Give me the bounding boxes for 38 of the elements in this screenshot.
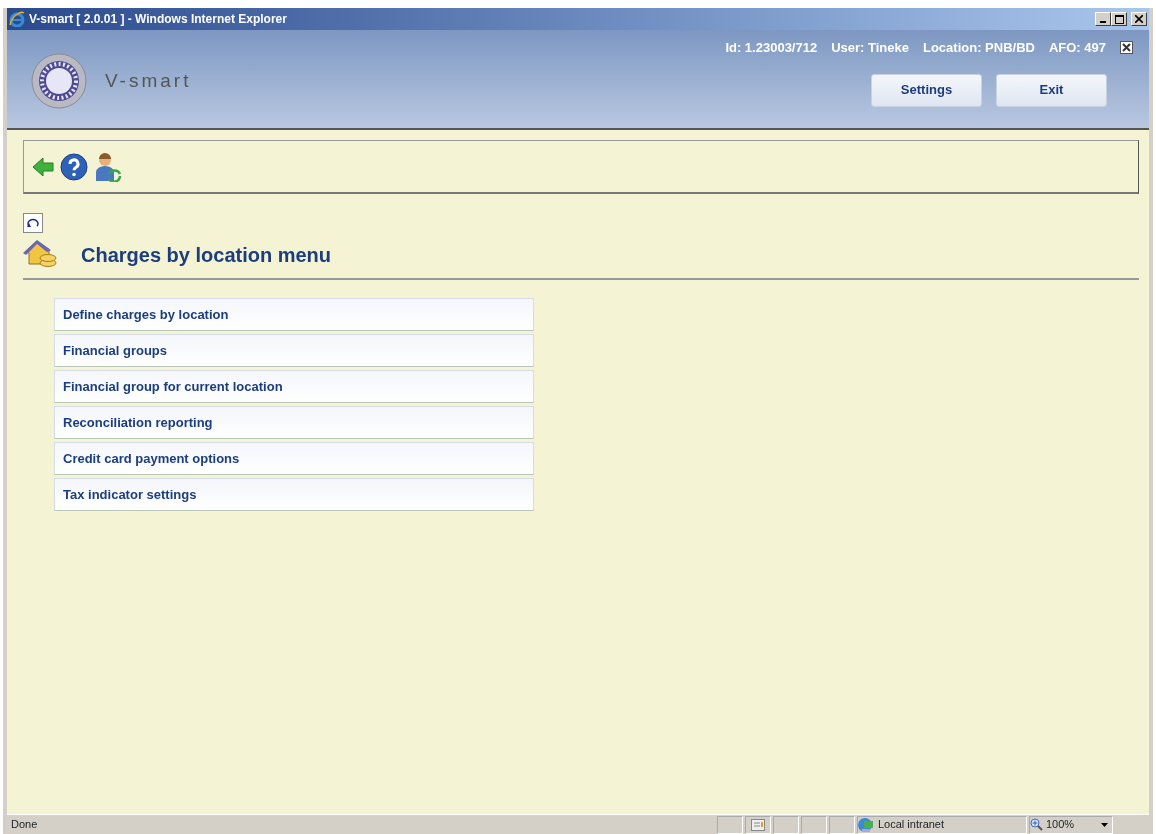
- menu-item[interactable]: Define charges by location: [54, 298, 534, 331]
- status-text: Done: [10, 817, 39, 833]
- close-icon[interactable]: [1120, 41, 1133, 55]
- session-info: AFO: 497: [1048, 39, 1106, 57]
- menu-item[interactable]: Reconciliation reporting: [54, 406, 534, 439]
- minimize-button[interactable]: [1095, 12, 1111, 26]
- zone-text: Local intranet: [878, 817, 945, 833]
- user-refresh-icon[interactable]: [94, 151, 122, 182]
- session-info: Id: 1.23003/712: [725, 39, 818, 57]
- page-icon: [751, 818, 765, 831]
- zoom-icon: [1030, 818, 1043, 831]
- browser-icon: [9, 11, 25, 27]
- menu-item[interactable]: Credit card payment options: [54, 442, 534, 475]
- status-panel: [801, 815, 827, 834]
- undo-icon[interactable]: [23, 212, 43, 233]
- caret-icon[interactable]: [1101, 822, 1108, 827]
- help-icon[interactable]: [60, 152, 88, 181]
- logo-icon: [31, 53, 87, 109]
- menu-item[interactable]: Financial groups: [54, 334, 534, 367]
- back-arrow-icon[interactable]: [32, 155, 54, 178]
- close-button[interactable]: [1131, 12, 1147, 26]
- house-coins-icon: [23, 238, 59, 270]
- maximize-icon: [1114, 14, 1124, 24]
- header-button[interactable]: Exit: [996, 73, 1107, 107]
- maximize-button[interactable]: [1111, 12, 1127, 26]
- network-icon: [858, 816, 874, 833]
- status-panel: [717, 815, 743, 834]
- menu-item[interactable]: Financial group for current location: [54, 370, 534, 403]
- logo-text: V-smart: [105, 68, 192, 93]
- session-info: Location: PNB/BD: [922, 39, 1035, 57]
- session-info: User: Tineke: [831, 39, 909, 57]
- close-icon: [1135, 15, 1143, 23]
- page-title: Charges by location menu: [81, 243, 332, 268]
- status-panel: [829, 815, 855, 834]
- menu-item[interactable]: Tax indicator settings: [54, 478, 534, 511]
- header-button[interactable]: Settings: [871, 73, 982, 107]
- status-panel: [773, 815, 799, 834]
- window-title: V-smart [ 2.0.01 ] - Windows Internet Explorer: [29, 11, 287, 28]
